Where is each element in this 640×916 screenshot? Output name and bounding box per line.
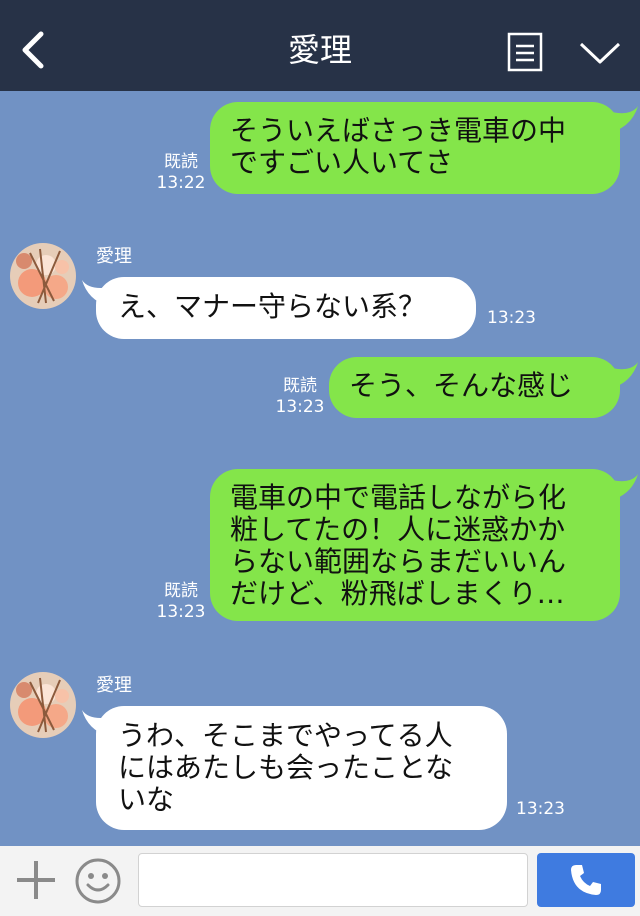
chat-header: 愛理 — [0, 0, 640, 91]
plus-icon[interactable] — [14, 858, 58, 902]
avatar[interactable] — [10, 243, 76, 309]
message-time: 13:23 — [487, 308, 536, 328]
message-time: 13:23 — [156, 602, 206, 622]
message-bubble[interactable]: え、マナー守らない系？ — [96, 277, 476, 339]
read-receipt: 既読 — [283, 376, 317, 396]
message-input[interactable] — [138, 853, 528, 907]
message-bubble[interactable]: そういえばさっき電車の中 ですごい人いてさ — [210, 102, 620, 194]
call-button[interactable] — [537, 853, 635, 907]
message-bubble[interactable]: そう、そんな感じ — [329, 357, 620, 418]
flower-avatar-image — [10, 672, 76, 738]
sender-name: 愛理 — [96, 675, 132, 696]
avatar[interactable] — [10, 672, 76, 738]
chevron-left-icon[interactable] — [15, 30, 55, 70]
phone-icon — [571, 865, 601, 895]
chat-screen: 愛理 そういえばさっき電車の中 ですごい人いてさ 既読 13:22 愛理 え、マ… — [0, 0, 640, 916]
message-time: 13:22 — [156, 173, 206, 193]
smiley-icon[interactable] — [74, 857, 122, 905]
sender-name: 愛理 — [96, 246, 132, 267]
message-time: 13:23 — [516, 799, 565, 819]
read-receipt: 既読 — [164, 581, 198, 601]
flower-avatar-image — [10, 243, 76, 309]
read-receipt: 既読 — [164, 152, 198, 172]
chevron-down-icon[interactable] — [578, 38, 622, 68]
message-bubble[interactable]: うわ、そこまでやってる人 にはあたしも会ったことな いな — [96, 706, 507, 830]
chat-title: 愛理 — [287, 31, 352, 69]
message-bubble[interactable]: 電車の中で電話しながら化 粧してたの！人に迷惑かか らない範囲ならまだいいん だ… — [210, 469, 620, 621]
message-time: 13:23 — [275, 397, 325, 417]
notes-icon[interactable] — [507, 32, 543, 72]
